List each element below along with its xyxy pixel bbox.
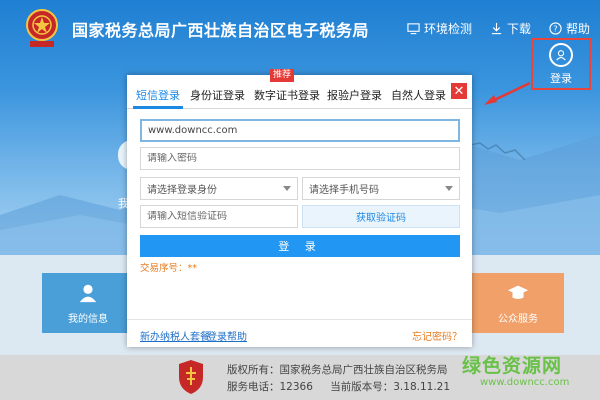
download-link[interactable]: 下载 (490, 20, 531, 37)
tab-id-card-login[interactable]: 身份证登录 (190, 87, 245, 103)
identity-select[interactable]: 请选择登录身份 (140, 177, 298, 200)
password-input[interactable] (147, 153, 453, 164)
tile-public-service-label: 公众服务 (498, 313, 538, 325)
desktop-icon (407, 23, 420, 35)
username-input[interactable] (148, 125, 452, 136)
new-taxpayer-link[interactable]: 新办纳税人套餐 (140, 328, 210, 343)
login-help-link[interactable]: 登录帮助 (207, 328, 247, 343)
login-tabs: 短信登录 身份证登录 数字证书登录 推荐 报验户登录 自然人登录 ✕ (127, 69, 472, 109)
footer-info: 服务电话：12366 当前版本号：3.18.11.21 (227, 379, 464, 394)
forgot-password-link[interactable]: 忘记密码？ (412, 328, 462, 343)
tile-my-info[interactable]: 我的信息 (42, 273, 134, 333)
watermark-logo: 绿色资源网 (462, 355, 563, 377)
top-links: 环境检测 下载 ? 帮助 (407, 20, 590, 37)
tab-inspection-login[interactable]: 报验户登录 (327, 87, 382, 103)
help-label: 帮助 (565, 22, 590, 36)
login-button[interactable]: 登 录 (140, 235, 460, 257)
footer-copyright: 版权所有：国家税务总局广西壮族自治区税务局 (227, 364, 448, 376)
graduation-cap-icon (507, 285, 529, 299)
close-dialog-button[interactable]: ✕ (451, 83, 467, 99)
tile-public-service[interactable]: 公众服务 (472, 273, 564, 333)
sms-code-field[interactable] (140, 205, 298, 228)
chevron-down-icon (445, 186, 453, 191)
help-link[interactable]: ? 帮助 (549, 20, 590, 37)
get-code-button[interactable]: 获取验证码 (302, 205, 460, 228)
chevron-down-icon (283, 186, 291, 191)
app-title: 国家税务总局广西壮族自治区电子税务局 (72, 21, 370, 40)
transaction-number: 交易序号：** (140, 263, 198, 274)
download-label: 下载 (506, 22, 531, 36)
tab-digital-cert-login[interactable]: 数字证书登录 (254, 87, 320, 103)
env-check-link[interactable]: 环境检测 (407, 20, 472, 37)
pointer-arrow-icon (484, 81, 531, 105)
login-corner-label: 登录 (550, 71, 572, 85)
active-tab-indicator (133, 106, 183, 109)
user-avatar-icon (549, 42, 573, 67)
username-field[interactable] (140, 119, 460, 142)
sms-code-input[interactable] (147, 211, 291, 222)
tile-my-info-label: 我的信息 (68, 313, 108, 325)
footer-version: 当前版本号：3.18.11.21 (330, 381, 451, 393)
login-corner-button[interactable]: 登录 (531, 38, 591, 90)
top-header: 国家税务总局广西壮族自治区电子税务局 环境检测 下载 ? 帮助 (0, 0, 600, 56)
dialog-footer: 新办纳税人套餐 登录帮助 忘记密码？ (127, 319, 472, 347)
footer-phone: 服务电话：12366 (227, 381, 313, 393)
recommend-badge: 推荐 (270, 69, 295, 82)
svg-text:?: ? (553, 23, 557, 33)
phone-select-value: 请选择手机号码 (309, 185, 379, 196)
watermark-url: www.downcc.com (480, 377, 570, 388)
phone-select[interactable]: 请选择手机号码 (302, 177, 460, 200)
identity-select-value: 请选择登录身份 (147, 185, 217, 196)
download-icon (491, 22, 502, 35)
tab-sms-login[interactable]: 短信登录 (136, 87, 180, 103)
tax-emblem-icon (26, 9, 58, 47)
tax-shield-logo-icon (179, 360, 203, 394)
person-icon (79, 284, 97, 302)
help-icon: ? (549, 22, 562, 35)
password-field[interactable] (140, 147, 460, 170)
tab-natural-person-login[interactable]: 自然人登录 (391, 87, 446, 103)
login-dialog: 短信登录 身份证登录 数字证书登录 推荐 报验户登录 自然人登录 ✕ 请选择登录… (127, 69, 472, 347)
env-check-label: 环境检测 (423, 22, 472, 36)
